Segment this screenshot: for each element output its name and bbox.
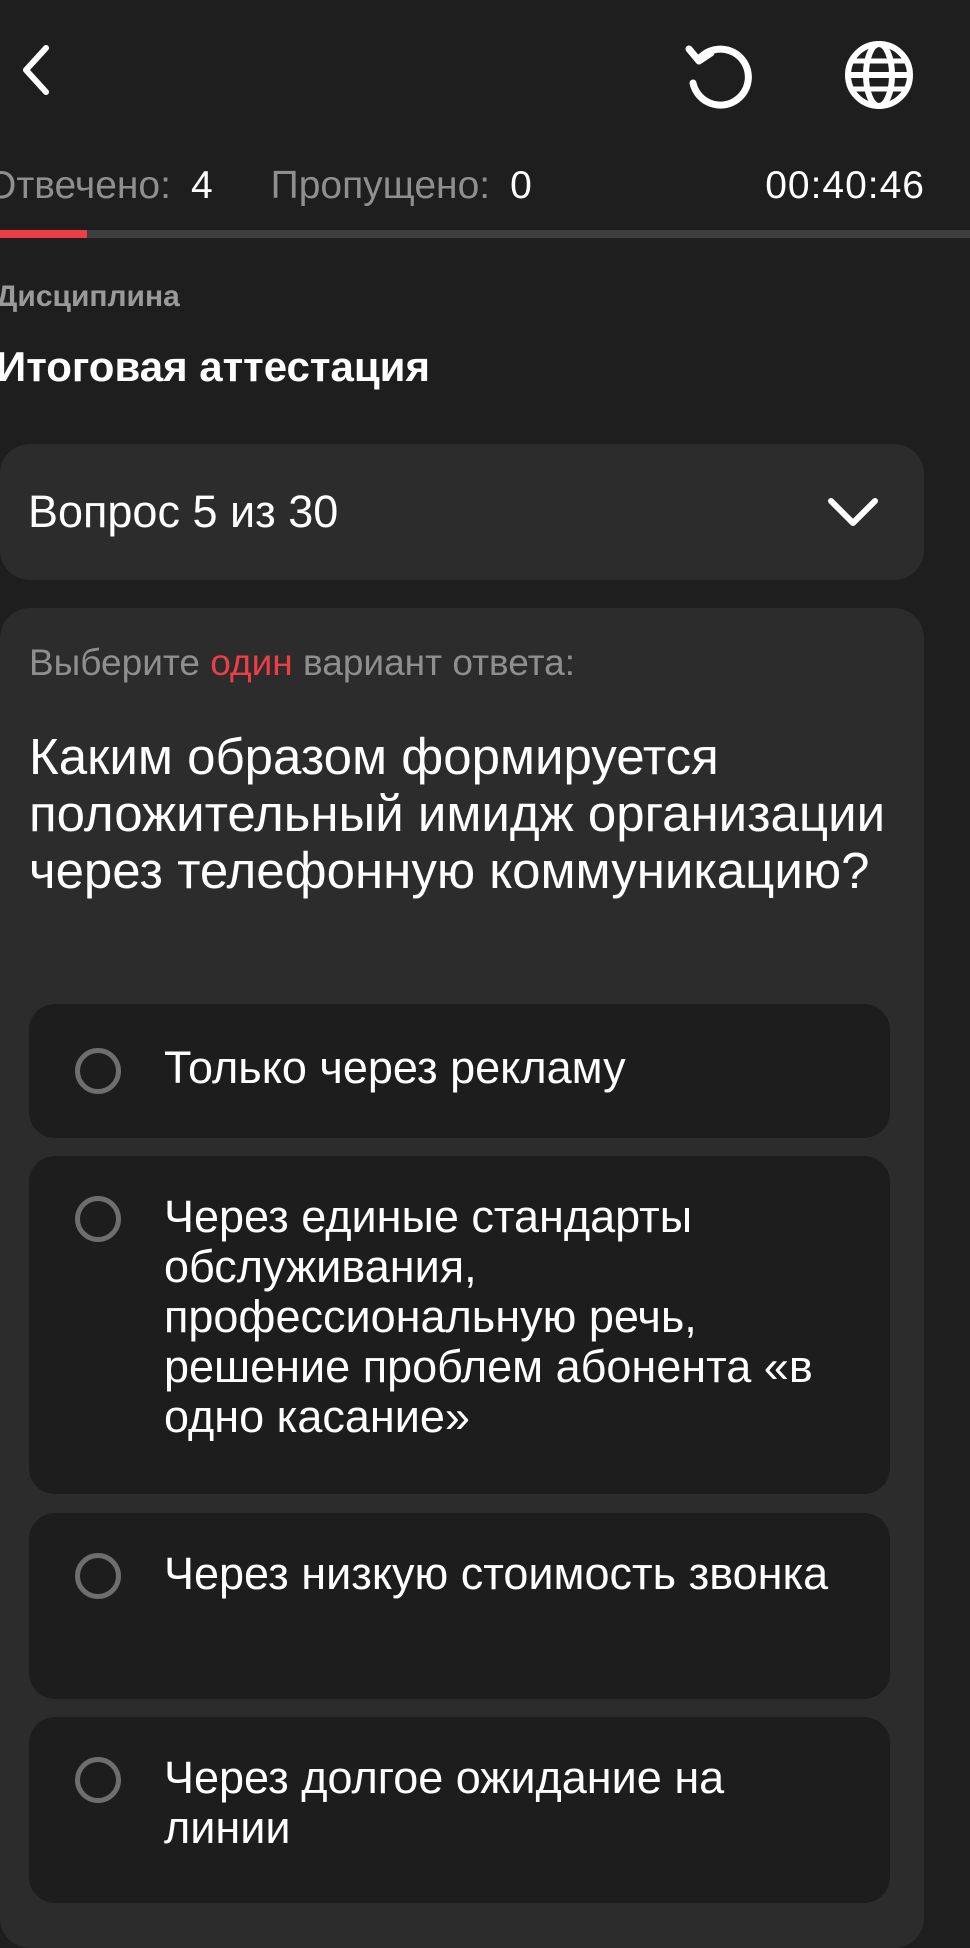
discipline-label: Дисциплина [0, 280, 180, 313]
answer-option[interactable]: Только через рекламу [29, 1004, 890, 1138]
progress-bar [0, 230, 970, 238]
discipline-title: Итоговая аттестация [0, 343, 430, 390]
answer-option-label: Через долгое ожидание на линии [164, 1752, 725, 1853]
answered-count: 4 [190, 164, 213, 207]
radio-button[interactable] [75, 1757, 121, 1803]
skipped-label: Пропущено: [270, 164, 491, 207]
answer-option-label: Через низкую стоимость звонка [164, 1548, 829, 1599]
answer-option[interactable]: Через низкую стоимость звонка [29, 1513, 890, 1699]
skipped-count: 0 [510, 164, 532, 207]
radio-button[interactable] [75, 1553, 121, 1599]
reset-icon [685, 45, 752, 109]
timer: 00:40:46 [765, 164, 925, 207]
question-text: Каким образом формируется положительный … [29, 728, 886, 899]
instruction-suffix: вариант ответа: [303, 642, 576, 683]
back-button[interactable] [0, 20, 90, 120]
answer-option-label: Через единые стандарты обслуживания, про… [164, 1191, 813, 1442]
answer-stats: Отвечено: 4 Пропущено: 0 [0, 156, 532, 216]
globe-icon [845, 41, 913, 109]
chevron-down-icon [828, 498, 878, 526]
instruction-prefix: Выберите [29, 642, 200, 683]
answer-option[interactable]: Через долгое ожидание на линии [29, 1717, 890, 1903]
language-button[interactable] [824, 20, 934, 130]
question-selector[interactable]: Вопрос 5 из 30 [0, 444, 924, 580]
answer-instruction: Выберите один вариант ответа: [29, 642, 575, 684]
progress-fill [0, 230, 88, 238]
radio-button[interactable] [75, 1196, 121, 1242]
radio-button[interactable] [75, 1048, 121, 1094]
answered-label: Отвечено: [0, 164, 171, 207]
chevron-left-icon [23, 45, 49, 95]
question-selector-label: Вопрос 5 из 30 [28, 486, 339, 537]
answer-option-label: Только через рекламу [164, 1042, 626, 1093]
reset-button[interactable] [664, 20, 774, 130]
answer-option[interactable]: Через единые стандарты обслуживания, про… [29, 1156, 890, 1494]
instruction-accent: один [210, 642, 293, 683]
